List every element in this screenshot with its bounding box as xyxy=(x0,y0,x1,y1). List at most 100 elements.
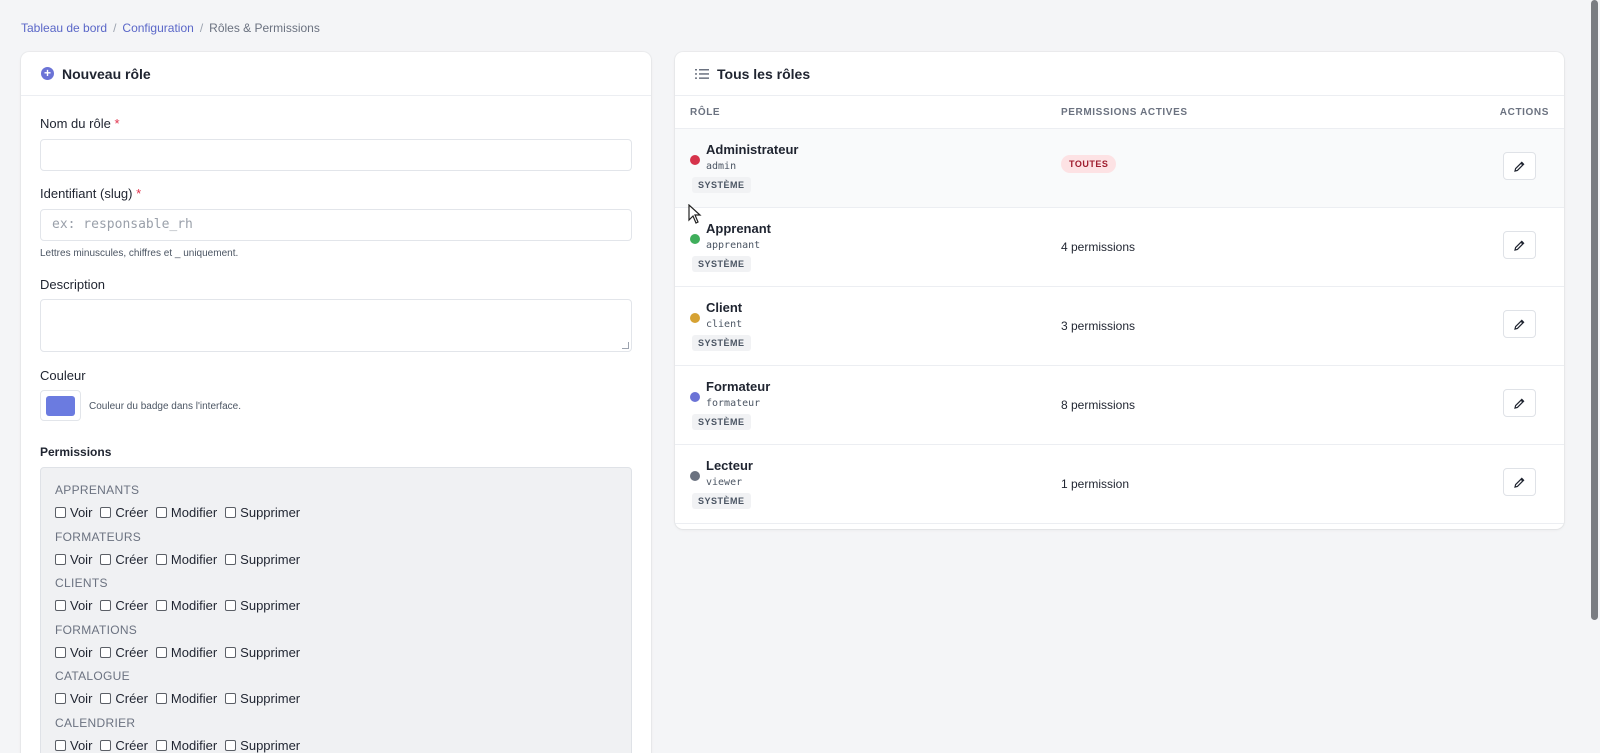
permission-group-name: FORMATEURS xyxy=(55,529,142,544)
permission-checkbox[interactable]: Voir xyxy=(55,691,92,706)
permission-checkbox[interactable]: Voir xyxy=(55,505,92,520)
new-role-header: + Nouveau rôle xyxy=(21,52,651,96)
checkbox-icon[interactable] xyxy=(155,739,167,751)
permission-checkbox[interactable]: Créer xyxy=(100,505,148,520)
edit-role-button[interactable] xyxy=(1503,468,1536,496)
permission-action-label: Voir xyxy=(70,644,93,660)
resize-handle-icon[interactable] xyxy=(622,342,629,349)
permission-checkbox[interactable]: Supprimer xyxy=(225,738,300,753)
permission-checkbox[interactable]: Voir xyxy=(55,598,92,613)
edit-role-button[interactable] xyxy=(1503,231,1536,259)
permission-checkbox[interactable]: Supprimer xyxy=(225,691,300,706)
permission-checkbox[interactable]: Voir xyxy=(55,645,92,660)
checkbox-icon[interactable] xyxy=(225,553,237,565)
role-name-input[interactable] xyxy=(40,139,632,171)
edit-role-button[interactable] xyxy=(1503,389,1536,417)
table-row: Administrateur admin SYSTÈME TOUTES xyxy=(675,129,1564,208)
breadcrumb: Tableau de bord / Configuration / Rôles … xyxy=(21,21,320,35)
permission-group-name: CATALOGUE xyxy=(55,669,130,683)
roles-card: Tous les rôles RÔLE PERMISSIONS ACTIVES … xyxy=(675,52,1564,529)
description-textarea[interactable] xyxy=(40,299,632,352)
permission-action-label: Supprimer xyxy=(240,505,301,520)
permission-checkbox[interactable]: Voir xyxy=(55,552,92,567)
edit-role-button[interactable] xyxy=(1503,310,1536,338)
checkbox-icon[interactable] xyxy=(155,693,167,704)
permissions-count: 3 permissions xyxy=(1061,319,1136,333)
permission-checkbox[interactable]: Supprimer xyxy=(225,552,300,567)
color-swatch xyxy=(46,395,75,416)
scrollbar-thumb[interactable] xyxy=(1591,0,1598,620)
checkbox-icon[interactable] xyxy=(225,693,237,704)
checkbox-icon[interactable] xyxy=(155,507,167,518)
checkbox-icon[interactable] xyxy=(225,739,237,751)
checkbox-icon[interactable] xyxy=(100,553,112,565)
permission-checkbox[interactable]: Supprimer xyxy=(225,505,300,520)
permission-action-label: Créer xyxy=(115,505,148,520)
permission-checks: Voir Créer Modifier Supprimer xyxy=(55,505,308,520)
permission-checkbox[interactable]: Modifier xyxy=(155,552,217,567)
slug-label: Identifiant (slug) * xyxy=(40,186,142,201)
checkbox-icon[interactable] xyxy=(100,646,112,658)
permission-checkbox[interactable]: Modifier xyxy=(155,645,217,660)
system-badge: SYSTÈME xyxy=(692,493,751,509)
checkbox-icon[interactable] xyxy=(155,646,167,658)
page-scrollbar[interactable] xyxy=(1588,0,1600,753)
permission-action-label: Supprimer xyxy=(240,737,301,753)
checkbox-icon[interactable] xyxy=(55,600,66,611)
permission-checkbox[interactable]: Créer xyxy=(100,738,148,753)
permission-checkbox[interactable]: Créer xyxy=(100,645,148,660)
checkbox-icon[interactable] xyxy=(225,507,237,518)
permission-group-name: FORMATIONS xyxy=(55,622,138,637)
role-color-dot xyxy=(690,155,700,165)
permission-checkbox[interactable]: Supprimer xyxy=(225,598,300,613)
checkbox-icon[interactable] xyxy=(55,646,66,658)
permission-action-label: Voir xyxy=(70,551,93,567)
permission-checkbox[interactable]: Modifier xyxy=(155,737,218,753)
checkbox-icon[interactable] xyxy=(55,693,66,704)
permission-checkbox[interactable]: Modifier xyxy=(155,505,217,520)
slug-input[interactable]: ex: responsable_rh xyxy=(40,209,632,241)
system-badge: SYSTÈME xyxy=(692,177,751,193)
role-color-dot xyxy=(690,313,700,323)
permission-action-label: Modifier xyxy=(170,691,218,706)
permission-action-label: Modifier xyxy=(170,737,218,753)
breadcrumb-separator: / xyxy=(113,21,117,35)
role-name: Apprenant xyxy=(706,221,771,236)
breadcrumb-link-dashboard[interactable]: Tableau de bord xyxy=(21,21,107,35)
new-role-title: Nouveau rôle xyxy=(62,65,151,82)
permission-checkbox[interactable]: Créer xyxy=(100,691,148,706)
permission-action-label: Créer xyxy=(115,691,148,706)
checkbox-icon[interactable] xyxy=(225,646,237,658)
permission-group: APPRENANTS Voir Créer Modifier Supprimer xyxy=(55,483,308,520)
plus-circle-icon: + xyxy=(41,67,54,80)
checkbox-icon[interactable] xyxy=(100,600,112,611)
checkbox-icon[interactable] xyxy=(55,553,66,565)
table-row: Client client SYSTÈME 3 permissions xyxy=(675,287,1564,366)
permission-checkbox[interactable]: Modifier xyxy=(155,598,217,613)
checkbox-icon[interactable] xyxy=(155,553,167,565)
checkbox-icon[interactable] xyxy=(225,600,237,611)
permission-checkbox[interactable]: Voir xyxy=(55,738,92,753)
permission-action-label: Créer xyxy=(115,737,148,753)
permission-checkbox[interactable]: Créer xyxy=(100,552,148,567)
role-slug: client xyxy=(706,319,743,330)
color-picker[interactable] xyxy=(40,390,81,421)
checkbox-icon[interactable] xyxy=(100,739,112,751)
roles-title: Tous les rôles xyxy=(717,65,811,82)
table-row: Apprenant apprenant SYSTÈME 4 permissions xyxy=(675,208,1564,287)
checkbox-icon[interactable] xyxy=(155,600,167,611)
checkbox-icon[interactable] xyxy=(100,507,112,518)
role-slug: admin xyxy=(706,161,737,172)
permission-group: FORMATIONS Voir Créer Modifier Supprimer xyxy=(55,623,308,660)
role-name: Administrateur xyxy=(706,142,799,157)
checkbox-icon[interactable] xyxy=(55,507,66,518)
color-hint: Couleur du badge dans l'interface. xyxy=(89,401,242,412)
breadcrumb-link-configuration[interactable]: Configuration xyxy=(122,21,193,35)
column-actions: ACTIONS xyxy=(1499,106,1549,118)
checkbox-icon[interactable] xyxy=(55,739,66,751)
permission-checkbox[interactable]: Créer xyxy=(100,598,148,613)
edit-role-button[interactable] xyxy=(1503,152,1536,180)
checkbox-icon[interactable] xyxy=(100,693,112,704)
permission-checkbox[interactable]: Supprimer xyxy=(225,645,300,660)
permission-checkbox[interactable]: Modifier xyxy=(155,691,218,706)
